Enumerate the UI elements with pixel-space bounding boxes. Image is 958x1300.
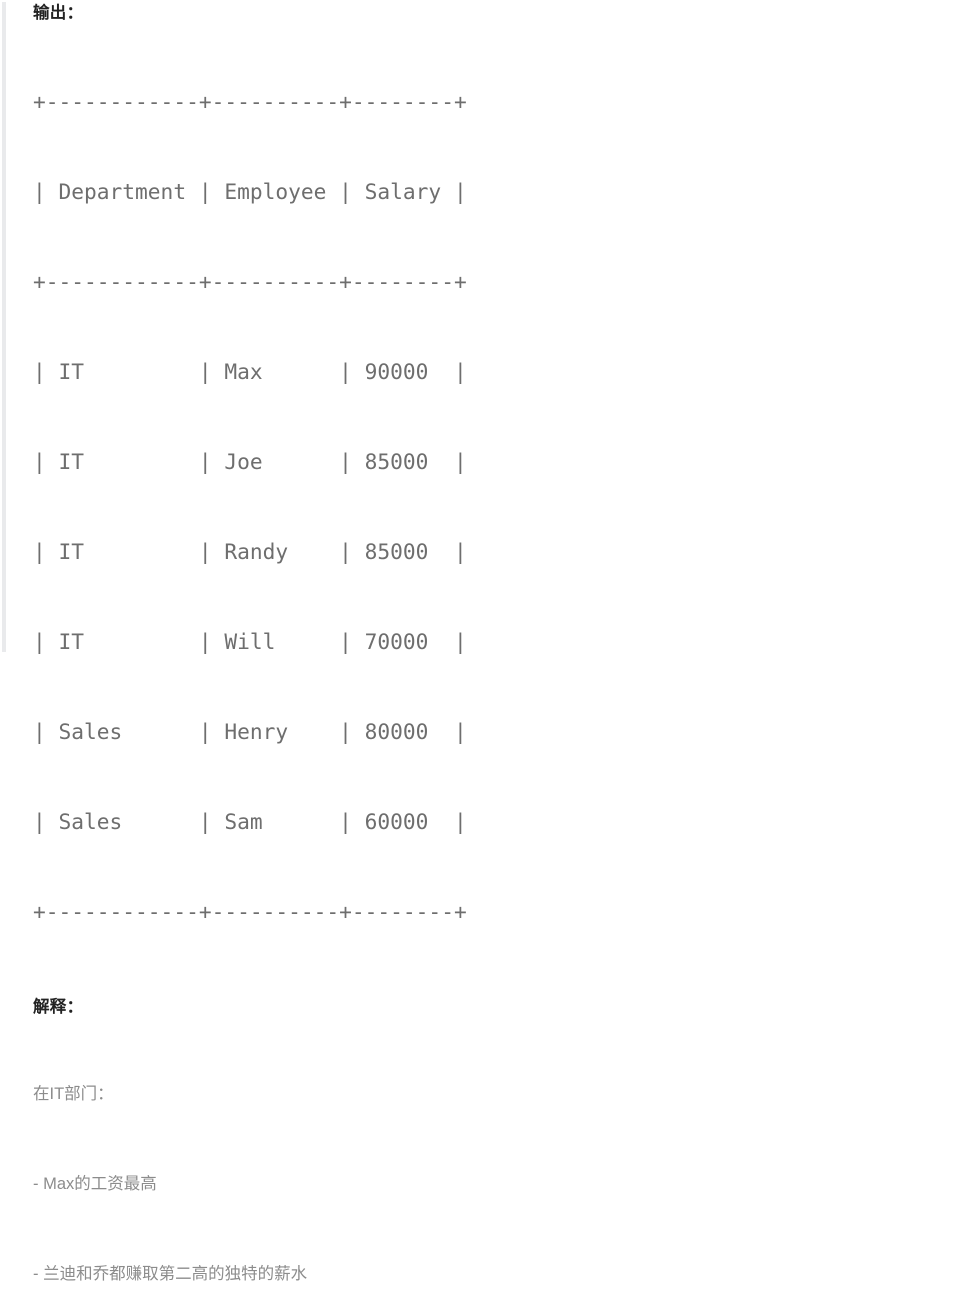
table-top-rule: +------------+----------+--------+ [33,89,467,114]
output-heading: 输出： [33,4,84,22]
table-row: | IT | Joe | 85000 | [33,449,467,474]
table-row: | IT | Will | 70000 | [33,629,467,654]
table-row: | IT | Randy | 85000 | [33,539,467,564]
table-header-rule: +------------+----------+--------+ [33,269,467,294]
answer-block: 输出： +------------+----------+--------+ |… [2,2,958,1283]
explanation-line-it-second: - 兰迪和乔都赚取第二高的独特的薪水 [33,1265,308,1283]
table-header-row: | Department | Employee | Salary | [33,179,467,204]
table-row: | IT | Max | 90000 | [33,359,467,384]
explanation-heading: 解释： [33,998,84,1016]
table-row: | Sales | Sam | 60000 | [33,809,467,834]
explanation-body: 在IT部门： - Max的工资最高 - 兰迪和乔都赚取第二高的独特的薪水 - 威… [33,1019,958,1300]
table-row: | Sales | Henry | 80000 | [33,719,467,744]
explanation-line-it-first: - Max的工资最高 [33,1175,157,1193]
table-bottom-rule: +------------+----------+--------+ [33,899,467,924]
ascii-output-table: +------------+----------+--------+ | Dep… [33,27,958,987]
explanation-line-it-dept: 在IT部门： [33,1085,114,1103]
